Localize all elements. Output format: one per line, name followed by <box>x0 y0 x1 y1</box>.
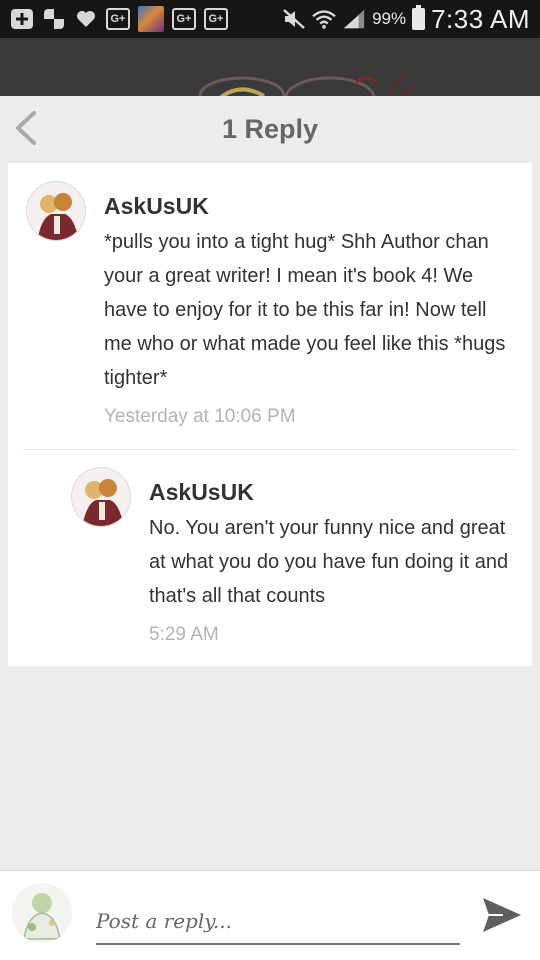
app-thumbnail-icon <box>138 6 164 32</box>
send-icon <box>483 898 521 932</box>
send-button[interactable] <box>478 893 526 937</box>
comment-item: AskUsUK No. You aren't your funny nice a… <box>8 450 532 666</box>
page-title: 1 Reply <box>221 114 319 144</box>
comment-author[interactable]: AskUsUK <box>149 479 254 506</box>
battery-percent: 99% <box>372 9 407 28</box>
comment-item: AskUsUK *pulls you into a tight hug* Shh… <box>8 163 532 449</box>
google-plus-icon: G+ <box>204 8 228 30</box>
add-box-icon <box>10 8 34 30</box>
google-plus-icon: G+ <box>172 8 196 30</box>
title-bar: 1 Reply <box>0 96 540 162</box>
avatar[interactable] <box>26 181 86 241</box>
mute-icon <box>282 8 306 30</box>
signal-icon <box>342 8 366 30</box>
status-system: 99% 7:33 AM <box>282 4 530 34</box>
battery-icon <box>412 5 426 30</box>
comment-text: No. You aren't your funny nice and great… <box>149 517 509 607</box>
comment-text: *pulls you into a tight hug* Shh Author … <box>104 231 506 389</box>
checker-icon <box>42 8 66 30</box>
comment-thread: AskUsUK *pulls you into a tight hug* Shh… <box>8 163 532 666</box>
reply-composer <box>0 870 540 960</box>
comment-timestamp: Yesterday at 10:06 PM <box>104 406 296 427</box>
my-avatar <box>12 883 72 943</box>
status-bar: G+ G+ G+ 99% 7:33 AM <box>0 0 540 38</box>
comment-author[interactable]: AskUsUK <box>104 193 209 220</box>
wifi-icon <box>312 8 336 30</box>
status-notifications: G+ G+ G+ <box>10 6 228 32</box>
banner-illustration <box>198 72 417 96</box>
avatar[interactable] <box>71 467 131 527</box>
reply-input[interactable] <box>96 899 460 945</box>
comment-timestamp: 5:29 AM <box>149 624 219 645</box>
app-header-banner <box>0 38 540 96</box>
heart-icon <box>74 8 98 30</box>
clock: 7:33 AM <box>431 3 530 34</box>
google-plus-icon: G+ <box>106 8 130 30</box>
